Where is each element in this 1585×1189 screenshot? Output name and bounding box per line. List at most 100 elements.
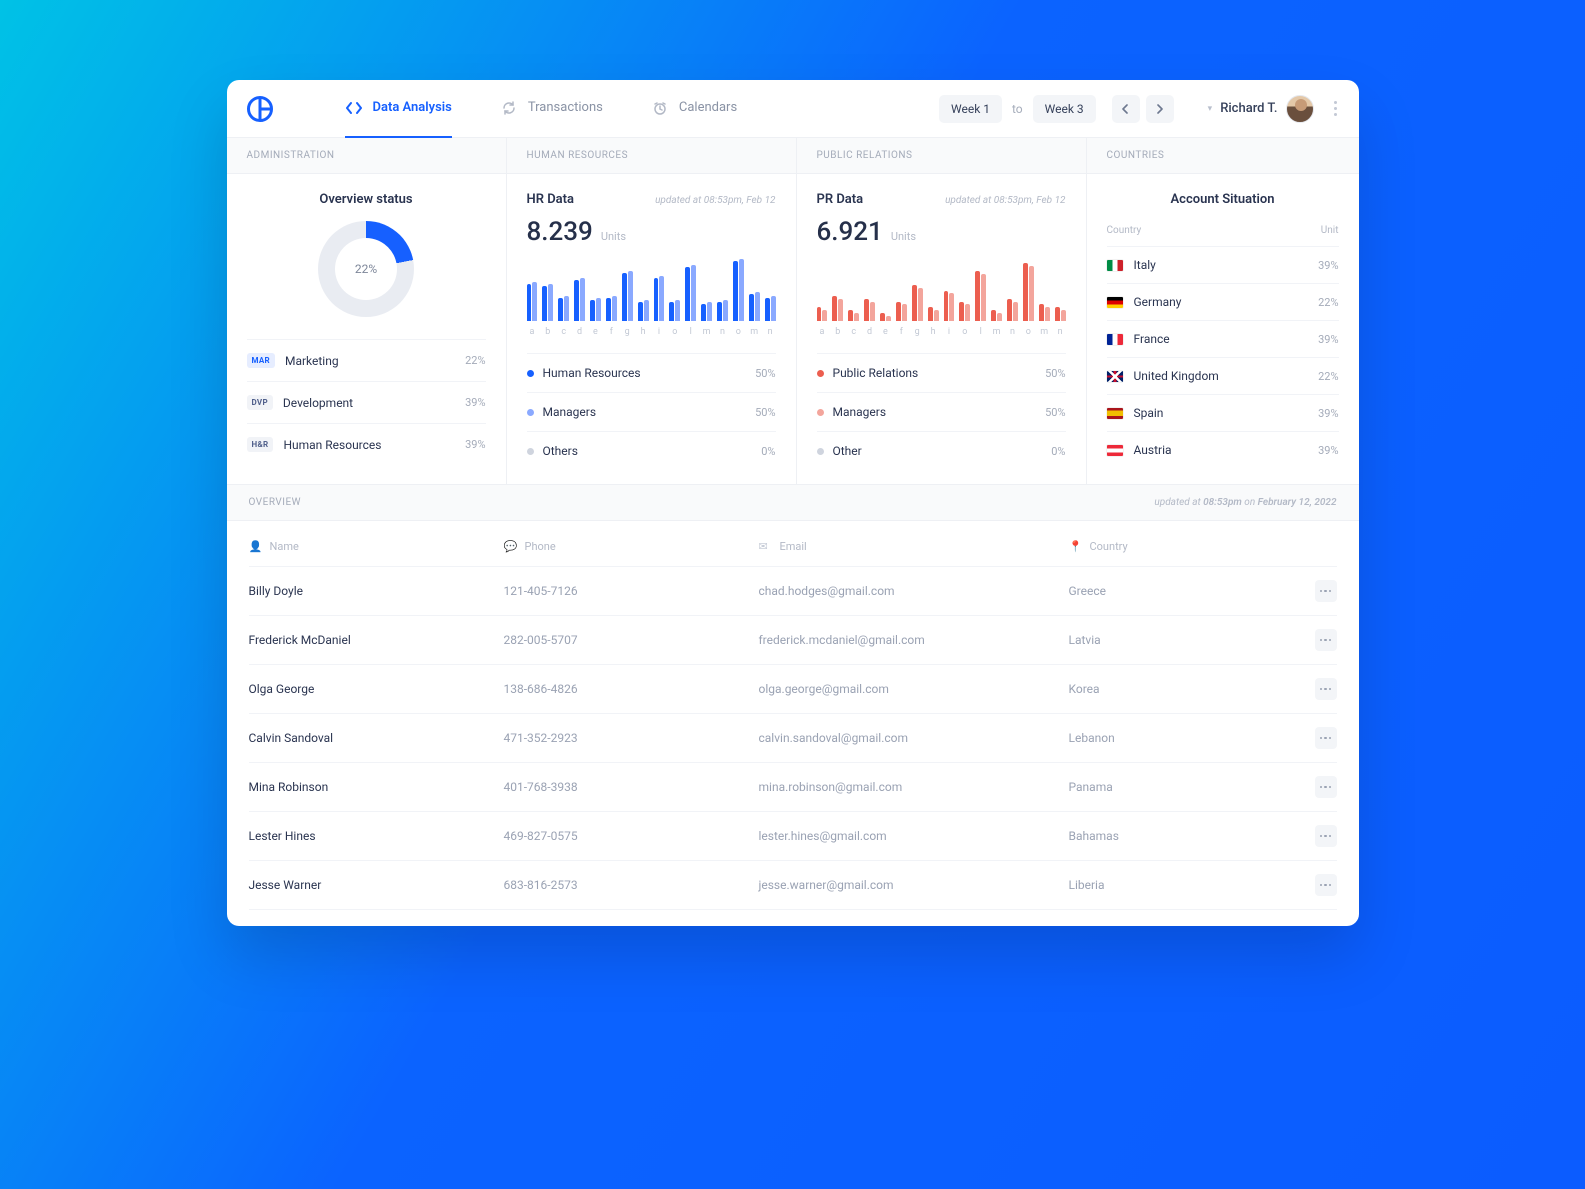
cell-country: Liberia (1069, 874, 1337, 896)
table-row: Lester Hines 469-827-0575 lester.hines@g… (249, 812, 1337, 861)
overview-timestamp: updated at 08:53pm on February 12, 2022 (1154, 497, 1336, 508)
topbar-right: Week 1 to Week 3 ▾ Richard T. (939, 95, 1337, 123)
table-row: Frederick McDaniel 282-005-5707 frederic… (249, 616, 1337, 665)
tab-data-analysis[interactable]: Data Analysis (345, 80, 452, 138)
bar (612, 296, 617, 321)
pr-bar-chart (817, 259, 1066, 321)
country-name: Austria (1134, 443, 1172, 457)
cell-email: chad.hodges@gmail.com (759, 584, 1069, 598)
badge: DVP (247, 395, 273, 410)
bar-label: d (574, 327, 585, 337)
countries-head-left: Country (1107, 225, 1142, 236)
legend-label: Managers (543, 405, 597, 419)
app-window: Data Analysis Transactions Calendars Wee… (227, 80, 1359, 926)
country-name: Spain (1134, 406, 1164, 420)
hr-timestamp: updated at 08:53pm, Feb 12 (655, 195, 775, 206)
bar (854, 313, 859, 321)
bar (886, 316, 891, 322)
row-actions-button[interactable] (1315, 580, 1337, 602)
table-row: Olga George 138-686-4826 olga.george@gma… (249, 665, 1337, 714)
cell-country: Panama (1069, 776, 1337, 798)
country-row: Austria 39% (1107, 431, 1339, 468)
row-actions-button[interactable] (1315, 678, 1337, 700)
admin-row: H&RHuman Resources 39% (247, 423, 486, 465)
country-row: United Kingdom 22% (1107, 357, 1339, 394)
hr-panel: HR Data updated at 08:53pm, Feb 12 8.239… (507, 174, 797, 484)
bar-label: a (527, 327, 538, 337)
chevron-right-icon (1156, 104, 1163, 114)
next-button[interactable] (1146, 95, 1174, 123)
cell-email: jesse.warner@gmail.com (759, 878, 1069, 892)
cell-country: Bahamas (1069, 825, 1337, 847)
overview-head: OVERVIEW (249, 497, 302, 508)
kebab-menu[interactable] (1334, 101, 1337, 116)
bar (628, 271, 633, 321)
user-menu[interactable]: ▾ Richard T. (1208, 95, 1314, 123)
bar (928, 307, 933, 321)
week-from-pill[interactable]: Week 1 (939, 95, 1002, 123)
bar (638, 302, 643, 321)
cell-email: calvin.sandoval@gmail.com (759, 731, 1069, 745)
donut-chart: 22% (318, 221, 414, 317)
bar-label: m (701, 327, 712, 337)
clock-icon (651, 99, 669, 117)
row-actions-button[interactable] (1315, 825, 1337, 847)
tab-calendars[interactable]: Calendars (651, 80, 737, 138)
row-actions-button[interactable] (1315, 727, 1337, 749)
bar (949, 293, 954, 321)
bar (659, 276, 664, 321)
cell-name: Lester Hines (249, 829, 504, 843)
bar (991, 310, 996, 321)
country-name: France (1134, 332, 1170, 346)
legend-pct: 50% (1045, 406, 1065, 419)
row-actions-button[interactable] (1315, 874, 1337, 896)
bar (870, 302, 875, 321)
week-to-pill[interactable]: Week 3 (1033, 95, 1096, 123)
code-icon (345, 99, 363, 117)
bar (838, 299, 843, 321)
topbar: Data Analysis Transactions Calendars Wee… (227, 80, 1359, 138)
flag-icon (1107, 371, 1123, 382)
pr-value: 6.921 (817, 217, 883, 247)
hr-bar-chart (527, 259, 776, 321)
legend-label: Public Relations (833, 366, 919, 380)
bar (580, 278, 585, 321)
bar (997, 313, 1002, 321)
tab-transactions[interactable]: Transactions (500, 80, 603, 138)
prev-button[interactable] (1112, 95, 1140, 123)
row-actions-button[interactable] (1315, 776, 1337, 798)
cell-phone: 683-816-2573 (504, 878, 759, 892)
badge: MAR (247, 353, 275, 368)
cell-email: olga.george@gmail.com (759, 682, 1069, 696)
to-label: to (1012, 102, 1023, 116)
cell-country: Latvia (1069, 629, 1337, 651)
legend-pct: 50% (755, 367, 775, 380)
columns: Overview status 22% MARMarketing 22% DVP… (227, 174, 1359, 485)
flag-icon (1107, 260, 1123, 271)
country-row: France 39% (1107, 320, 1339, 357)
country-pct: 22% (1318, 296, 1338, 309)
bar-label: l (975, 327, 986, 337)
bar (701, 304, 706, 321)
bar (896, 302, 901, 321)
bar (1007, 299, 1012, 321)
user-name: Richard T. (1220, 101, 1277, 116)
person-icon: 👤 (249, 540, 261, 553)
bar-label: n (717, 327, 728, 337)
bar-label: m (1039, 327, 1050, 337)
admin-panel: Overview status 22% MARMarketing 22% DVP… (227, 174, 507, 484)
country-pct: 22% (1318, 370, 1338, 383)
bar-label: o (669, 327, 680, 337)
bar (981, 274, 986, 321)
row-actions-button[interactable] (1315, 629, 1337, 651)
countries-panel: Account Situation Country Unit Italy 39%… (1087, 174, 1359, 484)
cell-name: Jesse Warner (249, 878, 504, 892)
chat-icon: 💬 (504, 540, 516, 553)
badge: H&R (247, 437, 274, 452)
bar (1045, 307, 1050, 321)
bar-label: i (944, 327, 955, 337)
bar (959, 302, 964, 321)
bar (733, 261, 738, 321)
col-header-countries: COUNTRIES (1087, 138, 1359, 173)
bar (822, 310, 827, 321)
